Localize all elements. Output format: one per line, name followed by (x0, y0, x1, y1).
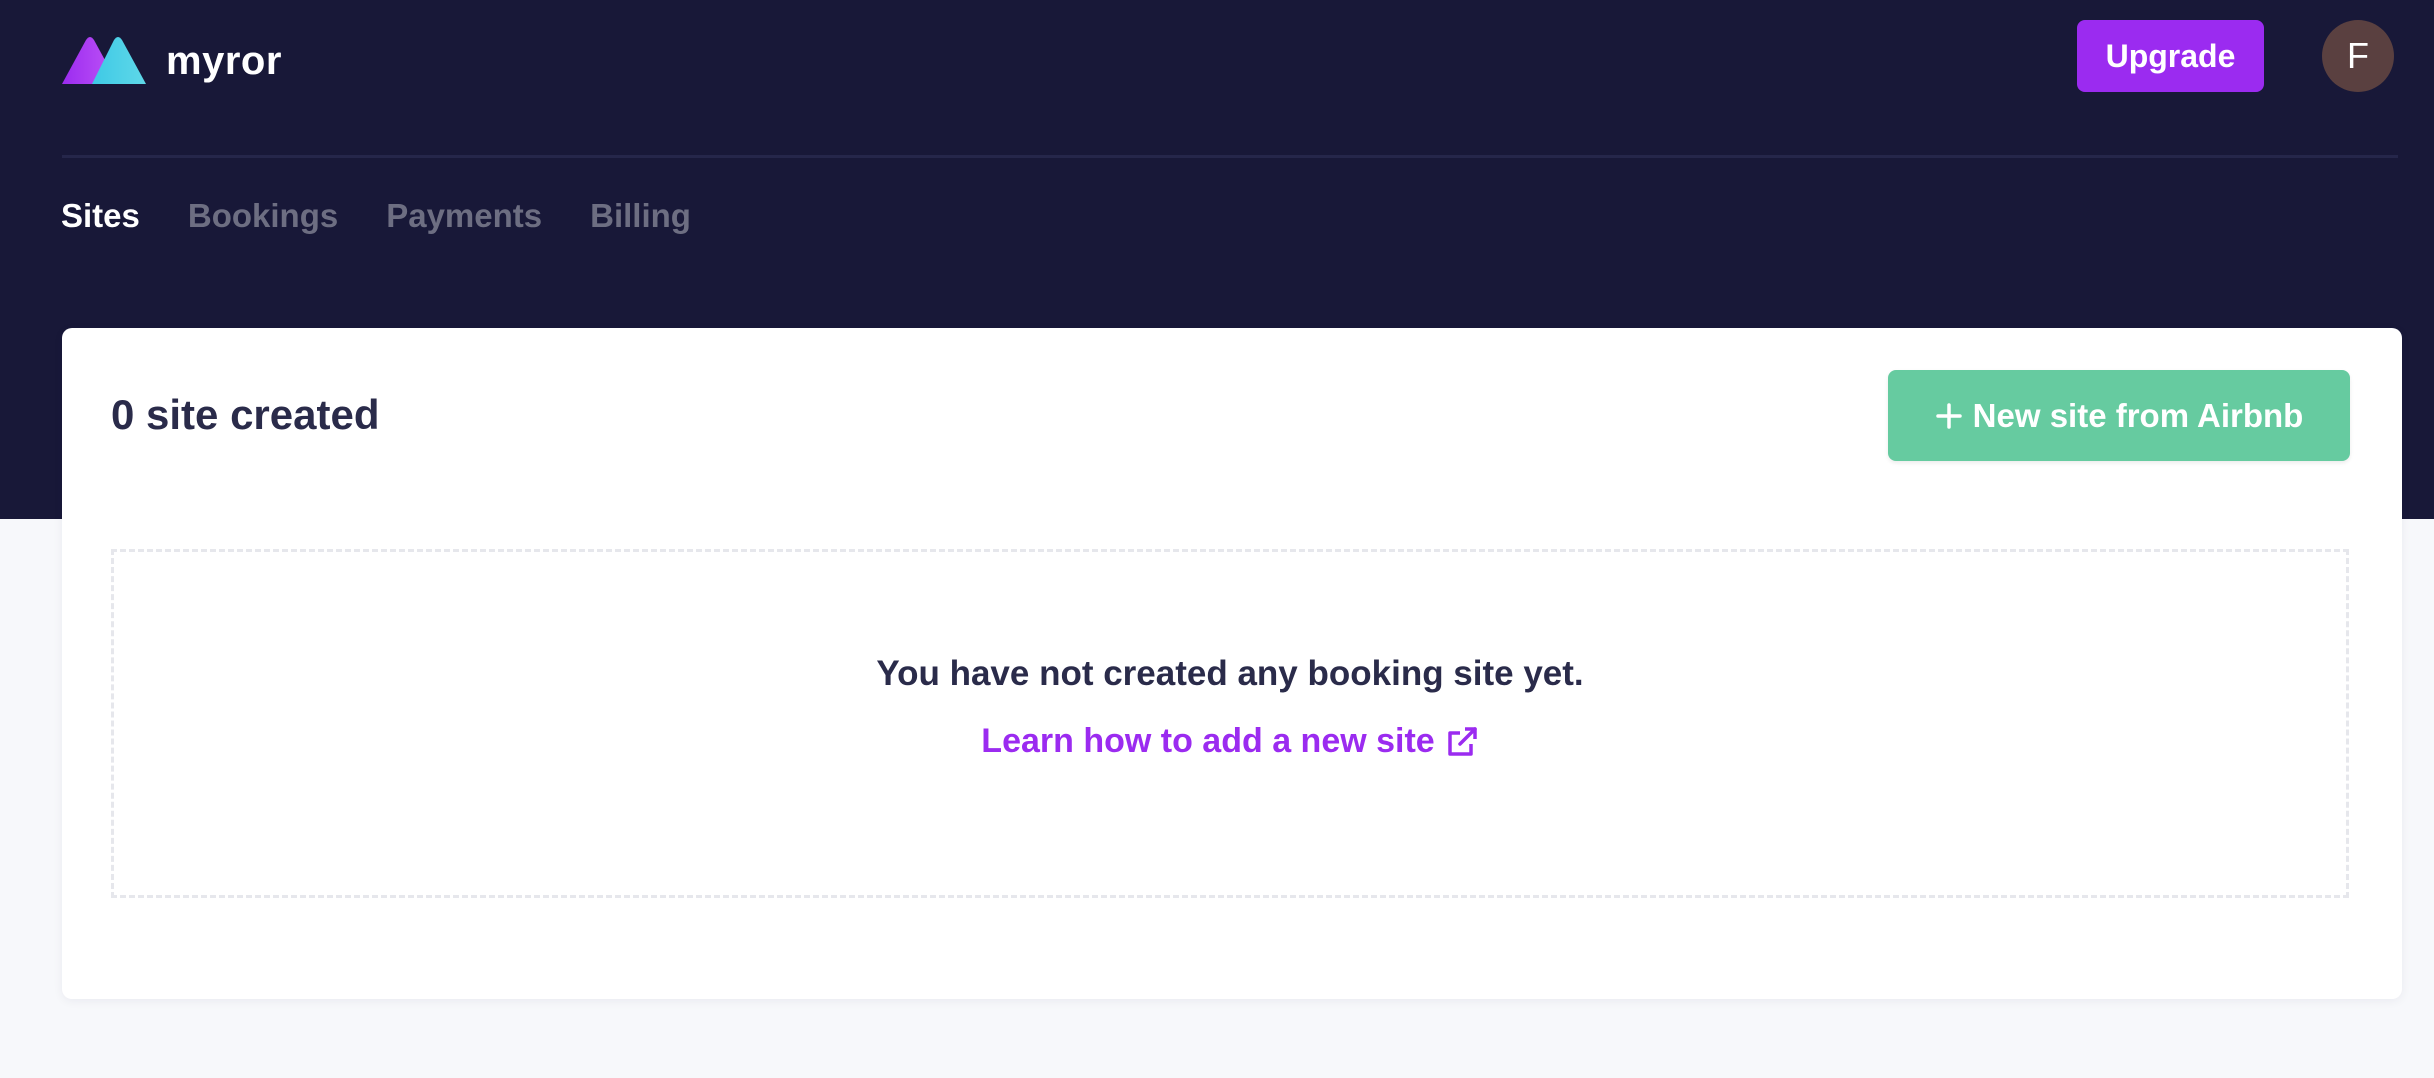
logo[interactable]: myror (62, 36, 282, 86)
empty-state-message: You have not created any booking site ye… (876, 654, 1584, 693)
myror-logo-icon (62, 37, 146, 84)
learn-how-link[interactable]: Learn how to add a new site (114, 722, 2346, 761)
new-site-button-label: New site from Airbnb (1972, 396, 2304, 434)
empty-state: You have not created any booking site ye… (111, 549, 2349, 898)
tab-sites[interactable]: Sites (61, 196, 140, 236)
plus-icon (1935, 402, 1962, 429)
sites-card: 0 site created New site from Airbnb You … (62, 328, 2402, 999)
tab-payments[interactable]: Payments (386, 196, 542, 236)
external-link-icon (1447, 726, 1477, 756)
learn-how-link-label: Learn how to add a new site (981, 722, 1435, 760)
main-nav-tabs: Sites Bookings Payments Billing (61, 196, 691, 236)
new-site-from-airbnb-button[interactable]: New site from Airbnb (1888, 370, 2350, 461)
sites-count-title: 0 site created (111, 391, 380, 438)
avatar[interactable]: F (2322, 20, 2394, 92)
top-bar: myror Upgrade F (0, 0, 2434, 112)
tab-billing[interactable]: Billing (590, 196, 691, 236)
upgrade-button[interactable]: Upgrade (2077, 20, 2264, 92)
header-divider (62, 155, 2398, 158)
tab-bookings[interactable]: Bookings (188, 196, 338, 236)
app-name: myror (166, 39, 282, 83)
